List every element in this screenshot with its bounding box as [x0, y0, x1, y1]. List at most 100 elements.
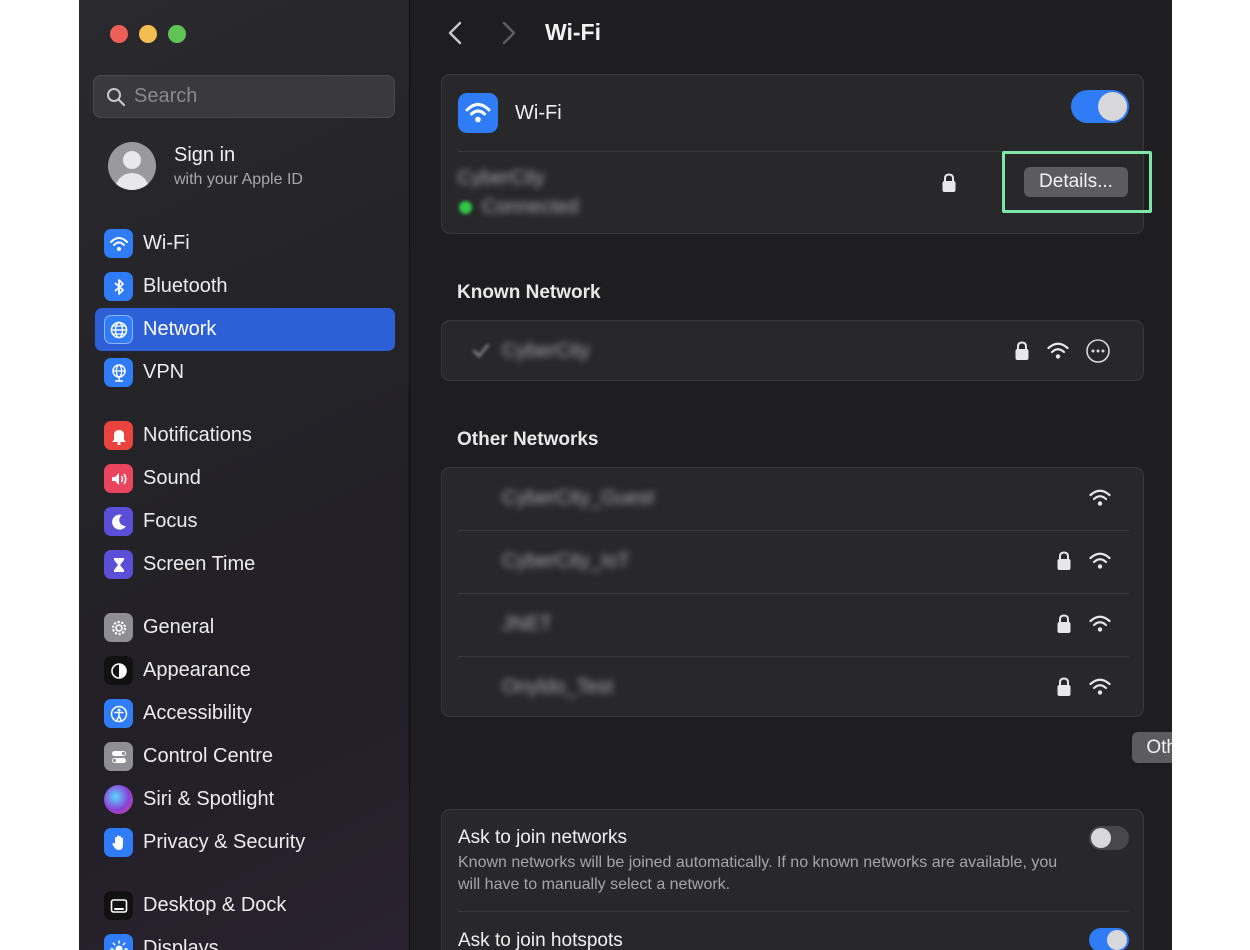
network-name: CyberCity_IoT	[502, 550, 630, 572]
sign-in-subtitle: with your Apple ID	[174, 170, 303, 188]
sidebar-item-desktop-dock[interactable]: Desktop & Dock	[95, 884, 395, 927]
connected-status-dot	[459, 201, 472, 214]
sidebar-item-accessibility[interactable]: Accessibility	[95, 692, 395, 735]
sidebar-item-bluetooth[interactable]: Bluetooth	[95, 265, 395, 308]
globe-icon	[104, 315, 133, 344]
network-name: Onyldo_Test	[502, 676, 614, 698]
wifi-signal-icon	[1089, 552, 1111, 569]
ask-join-networks-title: Ask to join networks	[458, 827, 627, 848]
lock-icon	[1015, 341, 1029, 360]
search-field[interactable]	[93, 75, 395, 118]
lock-icon	[1057, 677, 1071, 696]
join-settings-card: Ask to join networks Known networks will…	[441, 809, 1144, 950]
siri-icon	[104, 785, 133, 814]
sidebar-item-displays[interactable]: Displays	[95, 927, 395, 950]
sidebar-item-appearance[interactable]: Appearance	[95, 649, 395, 692]
sidebar-item-notifications[interactable]: Notifications	[95, 414, 395, 457]
sidebar-item-label: Wi-Fi	[143, 232, 190, 254]
ask-join-hotspots-title: Ask to join hotspots	[458, 930, 623, 950]
lock-icon	[942, 173, 956, 192]
page-title: Wi-Fi	[545, 19, 601, 45]
connection-status: Connected	[459, 196, 579, 219]
sidebar-item-label: VPN	[143, 361, 185, 383]
checkmark-icon	[472, 343, 490, 358]
sidebar-item-label: Bluetooth	[143, 275, 228, 297]
sidebar-item-label: Desktop & Dock	[143, 894, 287, 916]
network-name: JNET	[502, 613, 552, 635]
wifi-icon	[458, 93, 498, 133]
sidebar-item-label: Control Centre	[143, 745, 274, 767]
main-pane: Wi-Fi Wi-Fi CyberCity Connected Details.…	[411, 0, 1172, 950]
wifi-icon	[104, 229, 133, 258]
wifi-signal-icon	[1089, 678, 1111, 695]
sidebar-item-label: Notifications	[143, 424, 252, 446]
other-network-button[interactable]: Other...	[1132, 732, 1172, 763]
network-row[interactable]: Onyldo_Test	[442, 657, 1145, 719]
lock-icon	[1057, 614, 1071, 633]
toggles-icon	[104, 742, 133, 771]
other-networks-heading: Other Networks	[457, 429, 599, 450]
known-network-card: CyberCity	[441, 320, 1144, 381]
sidebar-item-general[interactable]: General	[95, 606, 395, 649]
network-name: CyberCity_Guest	[502, 487, 655, 509]
minimize-window-button[interactable]	[139, 25, 157, 43]
details-button[interactable]: Details...	[1024, 167, 1128, 197]
hourglass-icon	[104, 550, 133, 579]
sidebar-item-control-centre[interactable]: Control Centre	[95, 735, 395, 778]
wifi-signal-icon	[1047, 342, 1069, 359]
known-network-heading: Known Network	[457, 282, 601, 303]
connected-status-label: Connected	[482, 196, 579, 218]
wifi-signal-icon	[1089, 615, 1111, 632]
network-row[interactable]: CyberCity_IoT	[442, 531, 1145, 593]
wifi-label: Wi-Fi	[515, 101, 562, 124]
sidebar-item-label: Appearance	[143, 659, 251, 681]
connected-network-name: CyberCity	[457, 167, 545, 189]
sidebar-item-label: Focus	[143, 510, 198, 532]
network-row[interactable]: JNET	[442, 594, 1145, 656]
sidebar-item-label: General	[143, 616, 215, 638]
search-input[interactable]	[134, 85, 374, 108]
gear-icon	[104, 613, 133, 642]
sidebar-item-label: Siri & Spotlight	[143, 788, 275, 810]
sidebar-item-siri-spotlight[interactable]: Siri & Spotlight	[95, 778, 395, 821]
dock-icon	[104, 891, 133, 920]
sidebar-nav: Wi-Fi Bluetooth Network VPN Notification…	[95, 222, 395, 950]
sidebar-item-wifi[interactable]: Wi-Fi	[95, 222, 395, 265]
ask-join-networks-toggle[interactable]	[1089, 826, 1129, 850]
wifi-toggle[interactable]	[1071, 90, 1129, 123]
zoom-window-button[interactable]	[168, 25, 186, 43]
more-options-icon[interactable]	[1085, 338, 1111, 364]
wifi-signal-icon	[1089, 489, 1111, 506]
sidebar-item-network[interactable]: Network	[95, 308, 395, 351]
sidebar-item-label: Displays	[143, 937, 219, 950]
back-chevron-icon[interactable]	[443, 20, 469, 46]
bell-icon	[104, 421, 133, 450]
avatar	[108, 142, 156, 190]
window-controls	[110, 25, 186, 43]
lock-icon	[1057, 551, 1071, 570]
sidebar-item-label: Privacy & Security	[143, 831, 306, 853]
ask-join-networks-description: Known networks will be joined automatica…	[458, 854, 1058, 893]
system-settings-window: Sign in with your Apple ID Wi-Fi Bluetoo…	[79, 0, 1172, 950]
close-window-button[interactable]	[110, 25, 128, 43]
known-network-name: CyberCity	[502, 340, 590, 362]
sidebar-item-sound[interactable]: Sound	[95, 457, 395, 500]
bluetooth-icon	[104, 272, 133, 301]
toolbar: Wi-Fi	[411, 0, 1172, 66]
sign-in-title: Sign in	[174, 143, 236, 166]
ask-join-hotspots-toggle[interactable]	[1089, 928, 1129, 950]
sidebar-item-privacy-security[interactable]: Privacy & Security	[95, 821, 395, 864]
network-row[interactable]: CyberCity_Guest	[442, 468, 1145, 530]
moon-icon	[104, 507, 133, 536]
forward-chevron-icon[interactable]	[495, 20, 521, 46]
apple-id-sign-in[interactable]: Sign in with your Apple ID	[108, 142, 303, 190]
hand-icon	[104, 828, 133, 857]
search-icon	[107, 87, 126, 106]
sun-icon	[104, 934, 133, 950]
other-networks-card: CyberCity_Guest CyberCity_IoT JNET Onyld…	[441, 467, 1144, 717]
sidebar-item-screen-time[interactable]: Screen Time	[95, 543, 395, 586]
sidebar-item-vpn[interactable]: VPN	[95, 351, 395, 394]
sidebar-item-label: Network	[143, 318, 217, 340]
vpn-globe-icon	[104, 358, 133, 387]
sidebar-item-focus[interactable]: Focus	[95, 500, 395, 543]
